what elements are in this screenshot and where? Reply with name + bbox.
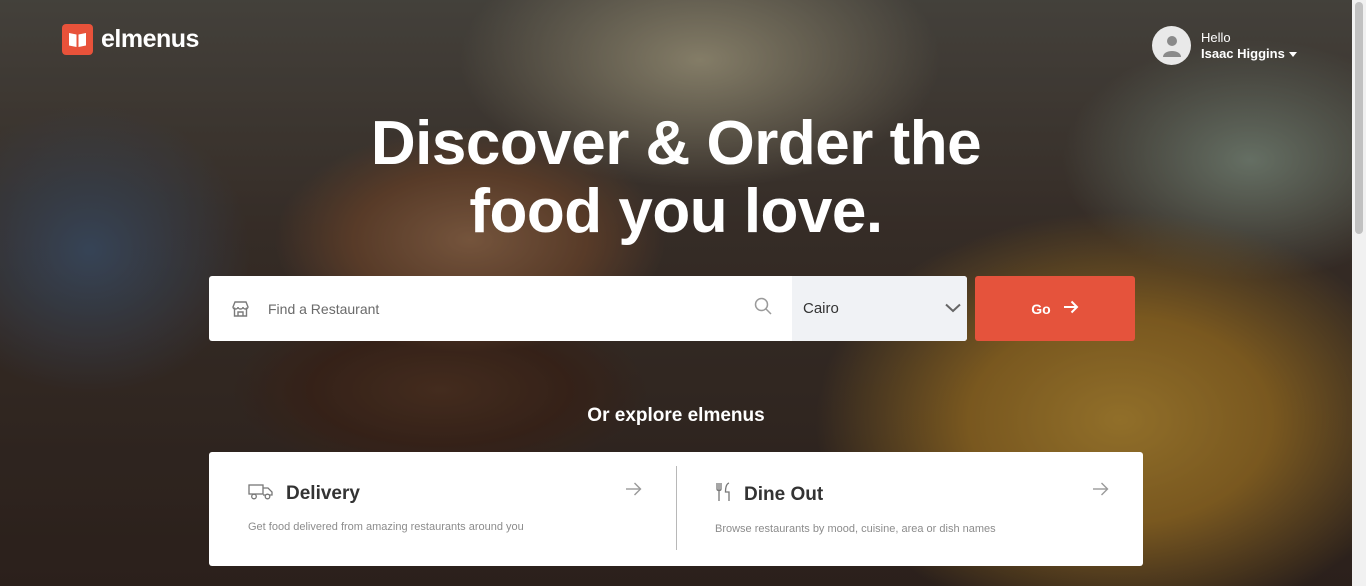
search-icon[interactable]	[754, 297, 772, 320]
store-icon	[232, 300, 249, 317]
delivery-card[interactable]: Delivery Get food delivered from amazing…	[209, 452, 676, 566]
dine-out-card-title: Dine Out	[744, 483, 824, 505]
hero-headline-line-2: food you love.	[469, 177, 883, 246]
scrollbar-thumb[interactable]	[1355, 2, 1363, 234]
city-select[interactable]: Cairo	[792, 276, 967, 341]
restaurant-search-bar: Cairo	[209, 276, 967, 341]
fork-knife-icon	[715, 482, 732, 507]
delivery-truck-icon	[248, 482, 274, 505]
hero-headline: Discover & Order the food you love.	[0, 110, 1352, 246]
user-name-dropdown[interactable]: Isaac Higgins	[1201, 46, 1297, 62]
chevron-down-icon	[945, 300, 961, 317]
caret-down-icon	[1288, 52, 1297, 57]
dine-out-card[interactable]: Dine Out Browse restaurants by mood, cui…	[676, 452, 1143, 566]
hero-headline-line-1: Discover & Order the	[370, 109, 982, 178]
city-select-value: Cairo	[803, 300, 839, 317]
delivery-card-description: Get food delivered from amazing restaura…	[248, 521, 524, 533]
delivery-card-title: Delivery	[286, 482, 360, 504]
explore-heading: Or explore elmenus	[587, 405, 765, 426]
arrow-right-icon	[1063, 300, 1079, 317]
go-button[interactable]: Go	[975, 276, 1135, 341]
user-greeting: Hello	[1201, 29, 1231, 45]
book-logo-icon	[62, 24, 93, 55]
arrow-right-icon	[1092, 482, 1109, 496]
user-menu[interactable]: Hello Isaac Higgins	[1152, 26, 1297, 65]
dine-out-card-description: Browse restaurants by mood, cuisine, are…	[715, 523, 996, 535]
brand-logo[interactable]: elmenus	[62, 24, 199, 55]
user-icon	[1162, 35, 1181, 57]
brand-name: elmenus	[101, 25, 199, 53]
arrow-right-icon	[625, 482, 642, 496]
go-button-label: Go	[1031, 300, 1051, 317]
explore-cards: Delivery Get food delivered from amazing…	[209, 452, 1143, 566]
page-scrollbar[interactable]	[1352, 0, 1366, 586]
user-name: Isaac Higgins	[1201, 45, 1285, 61]
restaurant-search-input[interactable]	[268, 300, 754, 317]
avatar[interactable]	[1152, 26, 1191, 65]
restaurant-search-field[interactable]	[209, 276, 792, 341]
